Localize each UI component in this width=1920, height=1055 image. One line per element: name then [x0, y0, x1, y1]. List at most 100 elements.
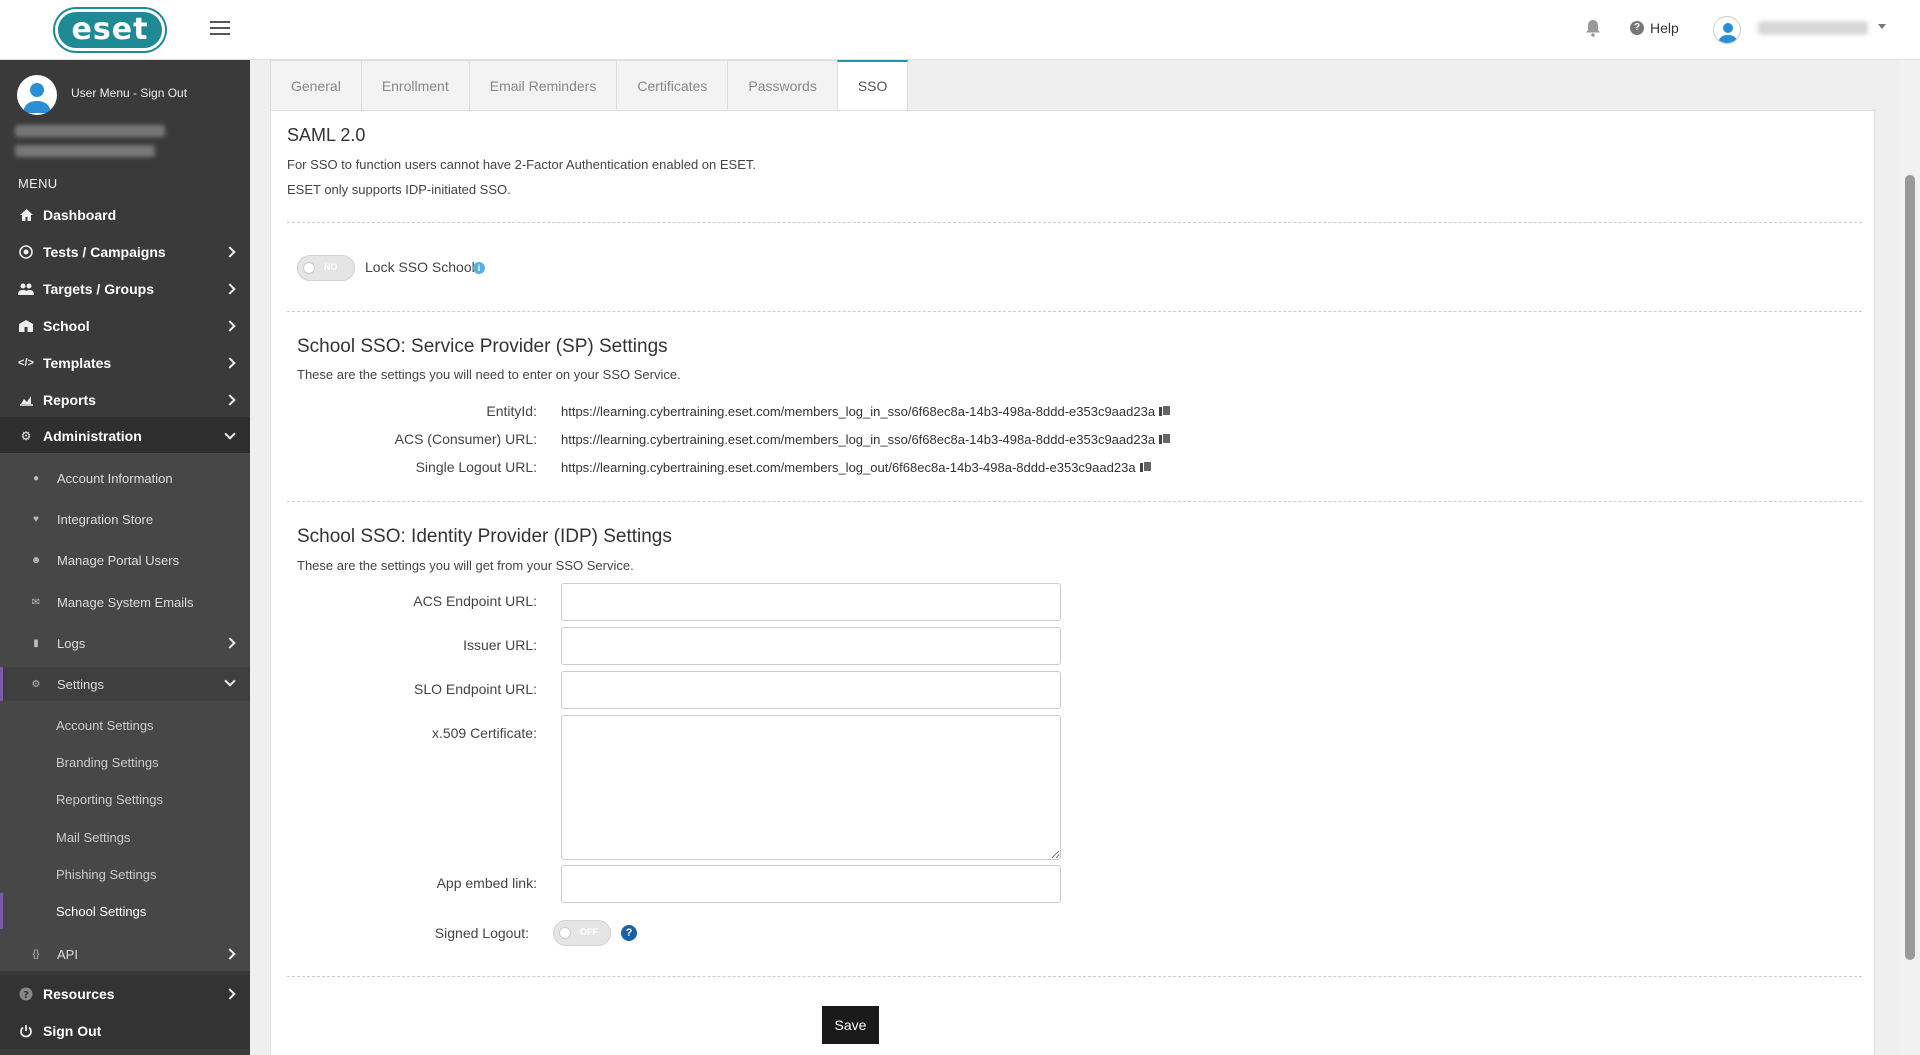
sidebar-item-label: Mail Settings — [56, 829, 131, 845]
sidebar-item-label: School Settings — [56, 903, 147, 919]
sp-settings-title: School SSO: Service Provider (SP) Settin… — [297, 336, 668, 357]
info-icon[interactable]: i — [473, 262, 485, 274]
help-label: Help — [1650, 20, 1679, 36]
toggle-knob — [559, 927, 571, 939]
chevron-right-icon — [224, 948, 236, 960]
copy-icon[interactable] — [1159, 433, 1172, 445]
lock-sso-school-label: Lock SSO School — [365, 259, 475, 275]
sidebar-item-tests-campaigns[interactable]: Tests / Campaigns — [0, 233, 250, 270]
lock-sso-school-toggle[interactable]: NO — [297, 255, 355, 281]
user-email-blurred — [15, 125, 165, 137]
sidebar-item-reports[interactable]: Reports — [0, 381, 250, 418]
user-avatar[interactable] — [1713, 16, 1741, 44]
question-help-icon[interactable]: ? — [621, 925, 637, 941]
app-embed-link-input[interactable] — [561, 865, 1061, 903]
home-icon — [18, 207, 34, 223]
issuer-url-input[interactable] — [561, 627, 1061, 665]
single-logout-url-label: Single Logout URL: — [415, 459, 537, 475]
tab-enrollment[interactable]: Enrollment — [360, 60, 470, 110]
user-dropdown-caret-icon[interactable] — [1878, 24, 1886, 29]
sidebar-item-label: Reporting Settings — [56, 791, 163, 807]
code-icon: </> — [18, 356, 34, 369]
copy-icon[interactable] — [1159, 405, 1172, 417]
sidebar-item-resources[interactable]: ? Resources — [0, 975, 250, 1012]
scrollbar-thumb[interactable] — [1905, 175, 1915, 960]
target-icon — [18, 244, 34, 260]
entity-id-url: https://learning.cybertraining.eset.com/… — [561, 404, 1156, 419]
sidebar-item-manage-system-emails[interactable]: ✉ Manage System Emails — [0, 585, 250, 619]
help-link[interactable]: ? Help — [1630, 18, 1679, 38]
sidebar-avatar — [17, 75, 57, 115]
tab-certificates[interactable]: Certificates — [616, 60, 729, 110]
hamburger-menu-icon[interactable] — [210, 18, 230, 38]
sidebar-item-school-settings[interactable]: School Settings — [0, 893, 250, 929]
sidebar-item-administration[interactable]: ⚙ Administration — [0, 417, 250, 454]
divider — [287, 222, 1862, 223]
issuer-url-label: Issuer URL: — [463, 637, 537, 653]
sidebar-item-label: Reports — [43, 391, 96, 408]
acs-endpoint-url-label: ACS Endpoint URL: — [413, 593, 537, 609]
tab-email-reminders[interactable]: Email Reminders — [468, 60, 618, 110]
sidebar-item-targets-groups[interactable]: Targets / Groups — [0, 270, 250, 307]
sidebar-item-account-settings[interactable]: Account Settings — [0, 707, 250, 743]
users-icon — [18, 281, 34, 297]
x509-certificate-textarea[interactable] — [561, 715, 1061, 860]
slo-endpoint-url-input[interactable] — [561, 671, 1061, 709]
copy-icon[interactable] — [1139, 461, 1152, 473]
tab-general[interactable]: General — [270, 60, 362, 110]
sidebar-item-label: Templates — [43, 354, 112, 371]
user-company-blurred — [15, 145, 155, 157]
sidebar-item-logs[interactable]: ▮ Logs — [0, 626, 250, 660]
sidebar-item-label: Administration — [43, 427, 142, 444]
sidebar-item-templates[interactable]: </> Templates — [0, 344, 250, 381]
sidebar-item-manage-portal-users[interactable]: ☻ Manage Portal Users — [0, 543, 250, 577]
app-embed-link-label: App embed link: — [436, 875, 537, 891]
sidebar-item-dashboard[interactable]: Dashboard — [0, 196, 250, 233]
sidebar-item-mail-settings[interactable]: Mail Settings — [0, 819, 250, 855]
entity-id-label: EntityId: — [486, 403, 537, 419]
sidebar-item-reporting-settings[interactable]: Reporting Settings — [0, 781, 250, 817]
x509-certificate-label: x.509 Certificate: — [431, 725, 537, 741]
chart-icon — [18, 392, 34, 408]
main-content: General Enrollment Email Reminders Certi… — [270, 60, 1875, 1055]
toggle-knob — [303, 262, 315, 274]
user-menu-sign-out[interactable]: User Menu - Sign Out — [71, 86, 187, 100]
sidebar-item-label: Settings — [57, 676, 104, 692]
sidebar-item-integration-store[interactable]: ♥ Integration Store — [0, 502, 250, 536]
save-button[interactable]: Save — [822, 1006, 879, 1044]
envelope-icon: ✉ — [31, 596, 41, 608]
sidebar-item-school[interactable]: School — [0, 307, 250, 344]
signed-logout-toggle[interactable]: OFF — [553, 920, 611, 946]
user-name-blurred[interactable] — [1758, 21, 1868, 35]
tab-sso[interactable]: SSO — [836, 60, 909, 110]
menu-heading: MENU — [18, 176, 58, 191]
sidebar-item-phishing-settings[interactable]: Phishing Settings — [0, 856, 250, 892]
sidebar-item-label: Manage Portal Users — [57, 552, 180, 568]
sidebar-item-sign-out[interactable]: Sign Out — [0, 1012, 250, 1049]
acs-endpoint-url-input[interactable] — [561, 583, 1061, 621]
question-circle-icon: ? — [18, 986, 34, 1002]
sidebar-item-label: Branding Settings — [56, 754, 159, 770]
divider — [287, 976, 1862, 977]
top-header: eset ? Help — [0, 0, 1920, 60]
sidebar-item-label: Targets / Groups — [43, 280, 154, 297]
sidebar-item-label: Dashboard — [43, 206, 117, 223]
eset-logo[interactable]: eset — [55, 9, 165, 51]
tab-passwords[interactable]: Passwords — [727, 60, 838, 110]
sidebar-item-settings[interactable]: ⚙ Settings — [0, 667, 250, 701]
plug-icon: ♥ — [33, 513, 39, 525]
sidebar-item-label: Logs — [57, 635, 86, 651]
sidebar-item-label: Tests / Campaigns — [43, 243, 166, 260]
acs-consumer-url-label: ACS (Consumer) URL: — [394, 431, 537, 447]
chevron-down-icon — [224, 675, 236, 687]
sso-panel: SAML 2.0 For SSO to function users canno… — [270, 110, 1875, 1055]
sidebar-item-label: Phishing Settings — [56, 866, 157, 882]
sidebar-item-account-information[interactable]: ● Account Information — [0, 461, 250, 495]
chevron-right-icon — [224, 246, 236, 258]
sidebar-item-label: API — [57, 946, 78, 962]
bell-icon[interactable] — [1585, 19, 1601, 37]
power-icon — [18, 1023, 34, 1039]
chevron-right-icon — [224, 394, 236, 406]
sidebar-item-api[interactable]: {} API — [0, 937, 250, 971]
sidebar-item-branding-settings[interactable]: Branding Settings — [0, 744, 250, 780]
